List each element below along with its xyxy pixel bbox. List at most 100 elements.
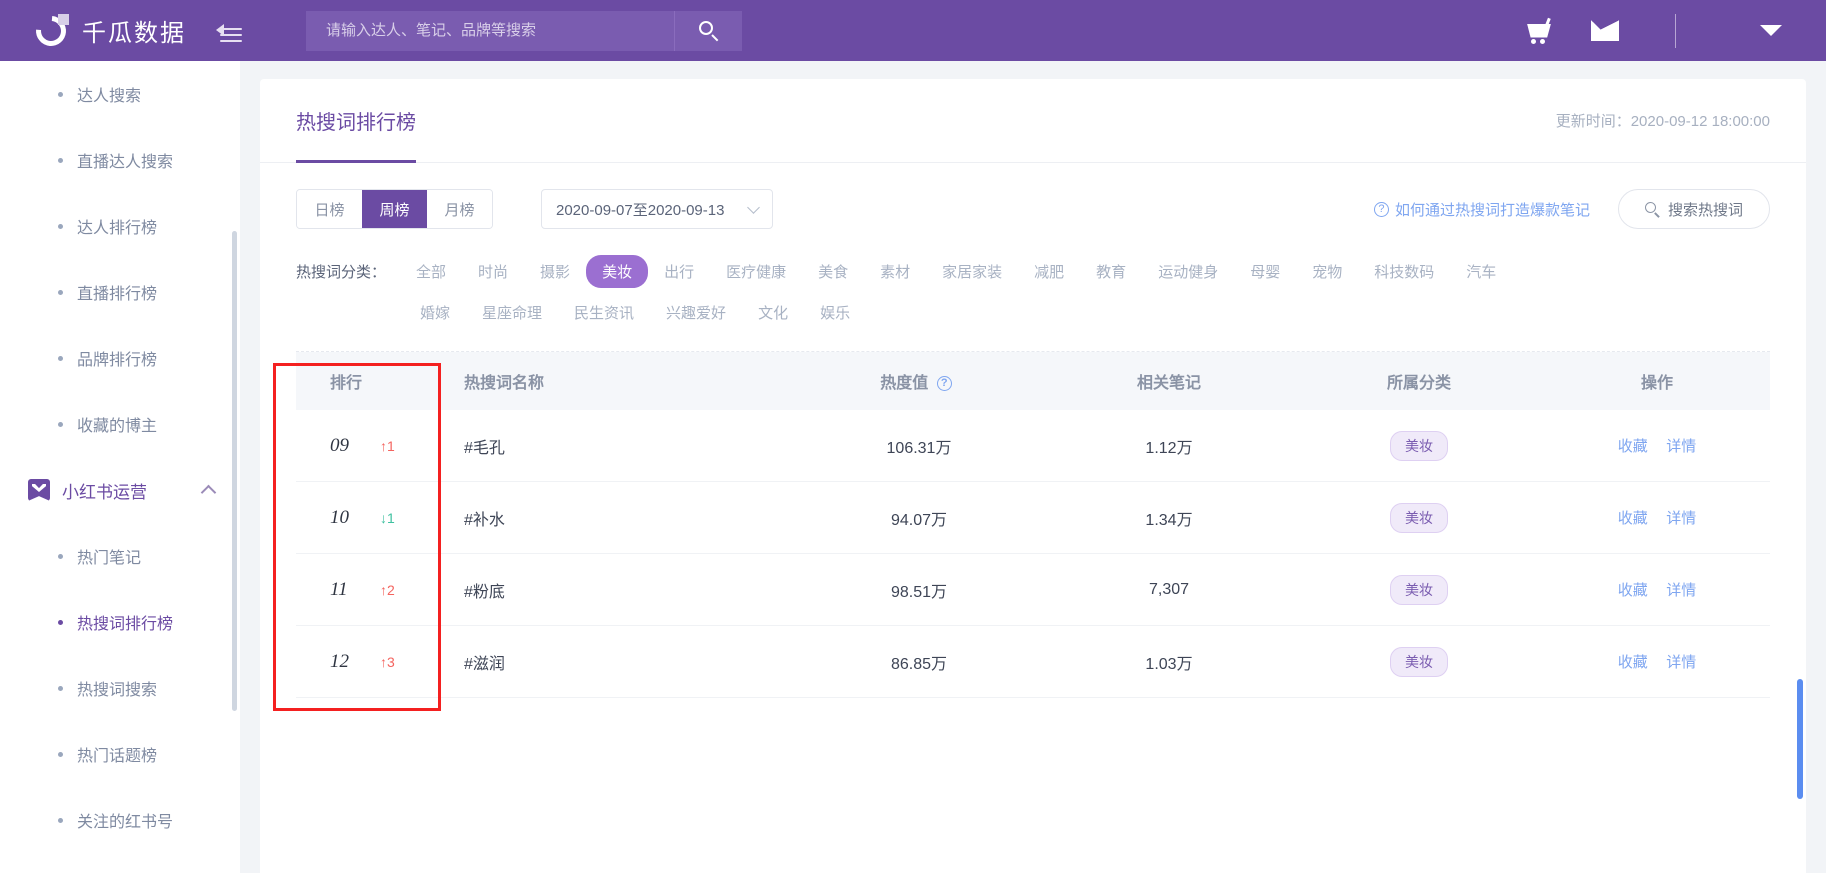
- period-tab-daily[interactable]: 日榜: [297, 190, 362, 228]
- date-range-picker[interactable]: 2020-09-07至2020-09-13: [541, 189, 773, 229]
- bullet-icon: [58, 223, 63, 229]
- search-keyword-button[interactable]: 搜索热搜词: [1618, 189, 1770, 229]
- cell-keyword[interactable]: #补水: [464, 506, 794, 530]
- category-weightloss[interactable]: 减肥: [1018, 255, 1080, 288]
- search-input[interactable]: [306, 10, 674, 51]
- detail-button[interactable]: 详情: [1666, 582, 1696, 599]
- filter-row: 日榜 周榜 月榜 2020-09-07至2020-09-13 ? 如何通过热搜词…: [260, 163, 1806, 229]
- bullet-icon: [58, 421, 63, 427]
- crescent-logo-icon: [29, 9, 73, 52]
- category-auto[interactable]: 汽车: [1450, 255, 1512, 288]
- category-wedding[interactable]: 婚嫁: [404, 296, 466, 329]
- cell-heat: 98.51万: [890, 583, 948, 601]
- help-link[interactable]: ? 如何通过热搜词打造爆款笔记: [1373, 199, 1590, 220]
- category-all[interactable]: 全部: [400, 255, 462, 288]
- search-button[interactable]: [674, 10, 742, 51]
- bullet-icon: [58, 91, 63, 97]
- category-pets[interactable]: 宠物: [1296, 255, 1358, 288]
- period-tab-monthly[interactable]: 月榜: [427, 190, 492, 228]
- status-badge: 美妆: [1390, 574, 1448, 605]
- category-materials[interactable]: 素材: [864, 255, 926, 288]
- sidebar-item-label: 关注的红书号: [77, 814, 174, 831]
- chevron-down-icon[interactable]: [1760, 25, 1782, 36]
- bullet-icon: [58, 553, 63, 559]
- sidebar-item-talent-ranking[interactable]: 达人排行榜: [0, 193, 240, 259]
- table-row: 11 ↑2 #粉底 98.51万 7,307 美妆 收藏 详情: [296, 554, 1770, 626]
- app-header: 千瓜数据: [0, 0, 1826, 61]
- detail-button[interactable]: 详情: [1666, 654, 1696, 671]
- category-photography[interactable]: 摄影: [524, 255, 586, 288]
- shopping-cart-icon[interactable]: [1527, 17, 1557, 44]
- chevron-up-icon[interactable]: [200, 484, 217, 500]
- cell-category: 美妆: [1294, 502, 1544, 533]
- header-actions: [1493, 13, 1782, 48]
- cell-keyword[interactable]: #滋润: [464, 650, 794, 674]
- sidebar-item-brand-ranking[interactable]: 品牌排行榜: [0, 325, 240, 391]
- category-news[interactable]: 民生资讯: [558, 296, 650, 329]
- sidebar-group-label: 小红书运营: [62, 482, 147, 502]
- rank-delta-icon: ↑3: [380, 653, 395, 670]
- sidebar-item-hot-topic-ranking[interactable]: 热门话题榜: [0, 721, 240, 787]
- cell-notes: 1.03万: [1145, 655, 1193, 673]
- column-header-notes: 相关笔记: [1136, 375, 1201, 392]
- category-food[interactable]: 美食: [802, 255, 864, 288]
- cell-rank: 10 ↓1: [296, 507, 464, 529]
- column-header-category: 所属分类: [1386, 375, 1451, 392]
- cell-category: 美妆: [1294, 574, 1544, 605]
- sidebar-group-xiaohongshu-operations[interactable]: 小红书运营: [0, 457, 240, 523]
- sidebar-item-hot-notes[interactable]: 热门笔记: [0, 523, 240, 589]
- cell-keyword[interactable]: #毛孔: [464, 434, 794, 458]
- category-beauty[interactable]: 美妆: [586, 255, 649, 288]
- category-fitness[interactable]: 运动健身: [1142, 255, 1234, 288]
- category-fashion[interactable]: 时尚: [462, 255, 524, 288]
- category-row-2: 婚嫁 星座命理 民生资讯 兴趣爱好 文化 娱乐: [296, 296, 1770, 329]
- favorite-button[interactable]: 收藏: [1618, 510, 1648, 527]
- sidebar-item-label: 品牌排行榜: [77, 352, 158, 369]
- favorite-button[interactable]: 收藏: [1618, 654, 1648, 671]
- cell-keyword[interactable]: #粉底: [464, 578, 794, 602]
- sidebar-item-live-talent-search[interactable]: 直播达人搜索: [0, 127, 240, 193]
- detail-button[interactable]: 详情: [1666, 510, 1696, 527]
- cell-category: 美妆: [1294, 430, 1544, 461]
- bullet-icon: [58, 355, 63, 361]
- favorite-button[interactable]: 收藏: [1618, 582, 1648, 599]
- column-header-heat: 热度值 ?: [794, 369, 1044, 393]
- sidebar-item-followed-accounts[interactable]: 关注的红书号: [0, 787, 240, 853]
- sidebar-item-talent-search[interactable]: 达人搜索: [0, 61, 240, 127]
- category-entertainment[interactable]: 娱乐: [804, 296, 866, 329]
- period-tabs: 日榜 周榜 月榜: [296, 189, 493, 229]
- status-badge: 美妆: [1390, 502, 1448, 533]
- category-astrology[interactable]: 星座命理: [466, 296, 558, 329]
- mail-icon[interactable]: [1591, 20, 1619, 41]
- bullet-icon: [58, 619, 63, 625]
- detail-button[interactable]: 详情: [1666, 438, 1696, 455]
- category-filter: 热搜词分类： 全部 时尚 摄影 美妆 出行 医疗健康 美食 素材 家居家装 减肥…: [260, 229, 1806, 329]
- category-culture[interactable]: 文化: [742, 296, 804, 329]
- sidebar-item-hot-keyword-ranking[interactable]: 热搜词排行榜: [0, 589, 240, 655]
- category-home[interactable]: 家居家装: [926, 255, 1018, 288]
- status-badge: 美妆: [1390, 430, 1448, 461]
- category-education[interactable]: 教育: [1080, 255, 1142, 288]
- date-range-value: 2020-09-07至2020-09-13: [556, 201, 725, 219]
- brand[interactable]: 千瓜数据: [29, 9, 186, 52]
- sidebar-scrollbar[interactable]: [232, 231, 237, 711]
- column-header-action: 操作: [1640, 375, 1673, 392]
- category-travel[interactable]: 出行: [648, 255, 710, 288]
- tab-hot-keyword-ranking[interactable]: 热搜词排行榜: [296, 79, 416, 163]
- category-hobbies[interactable]: 兴趣爱好: [650, 296, 742, 329]
- rank-delta-icon: ↑1: [380, 437, 395, 454]
- period-tab-weekly[interactable]: 周榜: [362, 190, 427, 228]
- category-tech[interactable]: 科技数码: [1358, 255, 1450, 288]
- collapse-sidebar-icon[interactable]: [216, 20, 242, 42]
- sidebar-item-live-ranking[interactable]: 直播排行榜: [0, 259, 240, 325]
- category-health[interactable]: 医疗健康: [710, 255, 802, 288]
- bullet-icon: [58, 685, 63, 691]
- sidebar-item-hot-keyword-search[interactable]: 热搜词搜索: [0, 655, 240, 721]
- question-circle-icon: ?: [1373, 201, 1389, 217]
- category-maternity[interactable]: 母婴: [1234, 255, 1296, 288]
- sidebar-item-favorite-bloggers[interactable]: 收藏的博主: [0, 391, 240, 457]
- favorite-button[interactable]: 收藏: [1618, 438, 1648, 455]
- cell-action: 收藏 详情: [1544, 507, 1770, 528]
- main-scrollbar[interactable]: [1797, 679, 1803, 799]
- question-circle-icon[interactable]: ?: [936, 376, 952, 392]
